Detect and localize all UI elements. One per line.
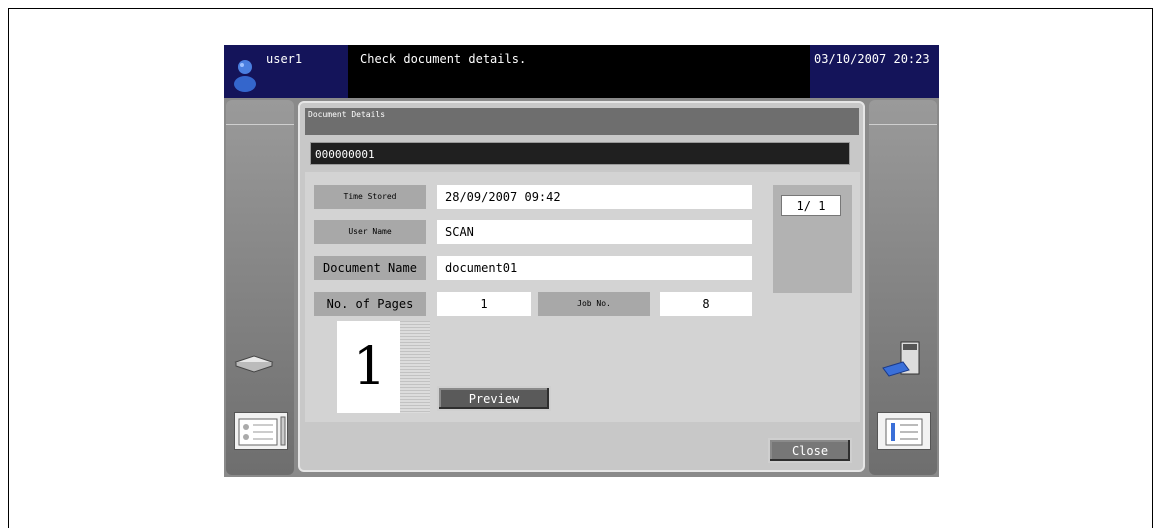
job-list-icon — [238, 416, 286, 446]
document-name-value: document01 — [437, 256, 752, 280]
right-side-panel — [869, 100, 937, 475]
document-name-label: Document Name — [314, 256, 426, 280]
settings-list-tab[interactable] — [877, 412, 931, 450]
job-number-value: 8 — [660, 292, 752, 316]
message-area: Check document details. — [348, 45, 810, 98]
datetime: 03/10/2007 20:23 — [814, 52, 930, 66]
pages-label: No. of Pages — [314, 292, 426, 316]
user-icon — [234, 60, 256, 92]
left-side-panel — [226, 100, 294, 475]
thumbnail-page-number: 1 — [352, 337, 387, 397]
document-number: 000000001 — [310, 142, 850, 165]
user-area: user1 — [224, 45, 348, 98]
scanner-icon[interactable] — [234, 352, 274, 374]
settings-list-icon — [885, 418, 923, 446]
user-name-label: User Name — [314, 220, 426, 244]
user-name: user1 — [266, 52, 303, 66]
preview-button[interactable]: Preview — [437, 386, 551, 411]
thumbnail-scrollbar[interactable] — [400, 321, 430, 413]
status-message: Check document details. — [360, 52, 527, 66]
datetime-area: 03/10/2007 20:23 — [810, 45, 939, 98]
page-thumbnail: 1 — [337, 321, 430, 413]
dialog-title: Document Details — [305, 108, 859, 135]
time-stored-label: Time Stored — [314, 185, 426, 209]
pages-value: 1 — [437, 292, 531, 316]
page-counter: 1/ 1 — [781, 195, 841, 216]
job-list-tab[interactable] — [234, 412, 288, 450]
job-number-label: Job No. — [538, 292, 650, 316]
copier-icon[interactable] — [879, 338, 925, 380]
close-button[interactable]: Close — [768, 438, 852, 463]
user-name-value: SCAN — [437, 220, 752, 244]
time-stored-value: 28/09/2007 09:42 — [437, 185, 752, 209]
